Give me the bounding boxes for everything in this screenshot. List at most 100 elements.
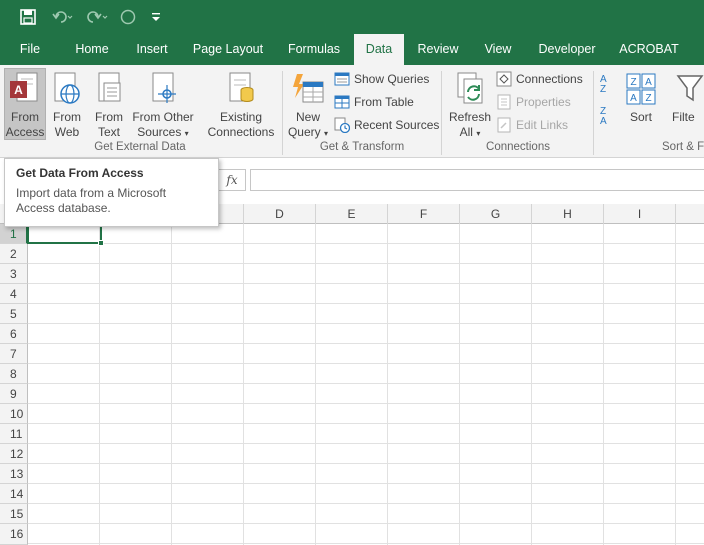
new-query-label-2: Query ▾ bbox=[287, 125, 329, 139]
from-web-label-2: Web bbox=[54, 125, 80, 139]
column-header-g[interactable]: G bbox=[460, 204, 532, 224]
tab-data[interactable]: Data bbox=[354, 34, 404, 65]
insert-function-button[interactable]: fx bbox=[218, 169, 246, 191]
from-table-button[interactable]: From Table bbox=[334, 92, 414, 112]
text-file-icon bbox=[98, 72, 121, 102]
tab-insert[interactable]: Insert bbox=[126, 34, 178, 65]
row-header-14[interactable]: 14 bbox=[0, 484, 28, 504]
from-access-button[interactable]: A From Access bbox=[4, 68, 46, 140]
new-query-icon bbox=[293, 74, 324, 103]
new-query-label-1: New bbox=[295, 110, 320, 124]
edit-links-label: Edit Links bbox=[516, 118, 569, 132]
existing-label-1: Existing bbox=[219, 110, 263, 124]
existing-connections-button[interactable]: Existing Connections bbox=[204, 69, 278, 141]
redo-icon[interactable] bbox=[84, 6, 110, 28]
tooltip: Get Data From Access Import data from a … bbox=[4, 158, 219, 227]
row-header-16[interactable]: 16 bbox=[0, 524, 28, 545]
recent-sources-button[interactable]: Recent Sources bbox=[334, 115, 439, 135]
row-header-15[interactable]: 15 bbox=[0, 504, 28, 524]
row-header-8[interactable]: 8 bbox=[0, 364, 28, 384]
ribbon-tabs: File Home Insert Page Layout Formulas Da… bbox=[0, 34, 704, 65]
group-label-sort-filter: Sort & F bbox=[662, 141, 704, 153]
tab-formulas[interactable]: Formulas bbox=[280, 34, 348, 65]
tab-view[interactable]: View bbox=[474, 34, 522, 65]
row-header-10[interactable]: 10 bbox=[0, 404, 28, 424]
column-header-j[interactable] bbox=[676, 204, 704, 224]
touch-mode-icon[interactable] bbox=[118, 6, 138, 28]
from-text-button[interactable]: From Text bbox=[90, 69, 128, 141]
sort-label: Sort bbox=[629, 110, 652, 124]
svg-text:A: A bbox=[14, 83, 23, 97]
edit-links-button[interactable]: Edit Links bbox=[496, 115, 568, 135]
table-icon bbox=[334, 95, 350, 109]
sort-a-to-z-button[interactable]: AZ bbox=[600, 75, 607, 95]
filter-label: Filte bbox=[672, 110, 695, 124]
web-icon bbox=[54, 72, 80, 104]
fill-handle[interactable] bbox=[98, 240, 104, 246]
row-header-9[interactable]: 9 bbox=[0, 384, 28, 404]
from-web-button[interactable]: From Web bbox=[48, 69, 86, 141]
new-query-button[interactable]: New Query ▾ bbox=[286, 69, 330, 141]
recent-sources-label: Recent Sources bbox=[354, 118, 440, 132]
dropdown-arrow-icon: ▾ bbox=[184, 129, 189, 138]
cell-grid[interactable] bbox=[28, 224, 704, 545]
undo-icon[interactable] bbox=[50, 6, 76, 28]
refresh-all-label-2: All ▾ bbox=[459, 125, 481, 139]
column-header-i[interactable]: I bbox=[604, 204, 676, 224]
row-header-7[interactable]: 7 bbox=[0, 344, 28, 364]
connections-icon bbox=[496, 71, 512, 87]
tab-review[interactable]: Review bbox=[410, 34, 466, 65]
row-header-6[interactable]: 6 bbox=[0, 324, 28, 344]
tooltip-title: Get Data From Access bbox=[16, 166, 144, 180]
row-header-3[interactable]: 3 bbox=[0, 264, 28, 284]
tab-page-layout[interactable]: Page Layout bbox=[184, 34, 272, 65]
tab-home[interactable]: Home bbox=[64, 34, 120, 65]
sort-z-to-a-button[interactable]: ZA bbox=[600, 107, 607, 127]
column-header-h[interactable]: H bbox=[532, 204, 604, 224]
row-header-12[interactable]: 12 bbox=[0, 444, 28, 464]
column-header-d[interactable]: D bbox=[244, 204, 316, 224]
from-text-label-1: From bbox=[95, 110, 123, 124]
from-other-label-1: From Other bbox=[132, 110, 194, 124]
tab-acrobat[interactable]: ACROBAT bbox=[612, 34, 686, 65]
tab-developer[interactable]: Developer bbox=[530, 34, 604, 65]
dropdown-arrow-icon: ▾ bbox=[476, 129, 481, 138]
row-header-5[interactable]: 5 bbox=[0, 304, 28, 324]
row-header-2[interactable]: 2 bbox=[0, 244, 28, 264]
formula-input[interactable] bbox=[250, 169, 704, 191]
filter-icon bbox=[676, 75, 704, 102]
row-header-4[interactable]: 4 bbox=[0, 284, 28, 304]
show-queries-label: Show Queries bbox=[354, 72, 430, 86]
group-divider bbox=[441, 71, 442, 155]
group-divider bbox=[593, 71, 594, 155]
properties-label: Properties bbox=[516, 95, 571, 109]
row-header-11[interactable]: 11 bbox=[0, 424, 28, 444]
show-queries-button[interactable]: Show Queries bbox=[334, 69, 429, 89]
from-other-sources-button[interactable]: From Other Sources ▾ bbox=[130, 69, 196, 141]
group-divider bbox=[282, 71, 283, 155]
connections-label: Connections bbox=[516, 72, 583, 86]
tab-file[interactable]: File bbox=[8, 34, 52, 65]
refresh-all-button[interactable]: Refresh All ▾ bbox=[448, 69, 492, 141]
row-header-13[interactable]: 13 bbox=[0, 464, 28, 484]
sort-button[interactable]: Z A A Z Sort bbox=[622, 69, 660, 141]
edit-links-icon bbox=[497, 117, 511, 133]
svg-text:A: A bbox=[645, 77, 652, 88]
row-header-1[interactable]: 1 bbox=[0, 224, 28, 244]
column-header-f[interactable]: F bbox=[388, 204, 460, 224]
access-icon: A bbox=[10, 72, 38, 102]
dropdown-arrow-icon: ▾ bbox=[324, 129, 329, 138]
svg-text:Z: Z bbox=[630, 77, 636, 88]
group-label-connections: Connections bbox=[486, 141, 550, 153]
existing-label-2: Connections bbox=[207, 125, 275, 139]
save-icon[interactable] bbox=[16, 6, 40, 28]
sort-za-icon: ZA bbox=[600, 106, 607, 127]
column-header-e[interactable]: E bbox=[316, 204, 388, 224]
filter-button[interactable]: Filte bbox=[672, 69, 704, 141]
refresh-icon bbox=[457, 72, 483, 104]
sort-dialog-icon: Z A A Z bbox=[626, 73, 656, 105]
customize-qat-icon[interactable] bbox=[148, 6, 164, 28]
connections-button[interactable]: Connections bbox=[496, 69, 583, 89]
properties-button[interactable]: Properties bbox=[496, 92, 571, 112]
group-label-get-external-data: Get External Data bbox=[94, 141, 186, 153]
